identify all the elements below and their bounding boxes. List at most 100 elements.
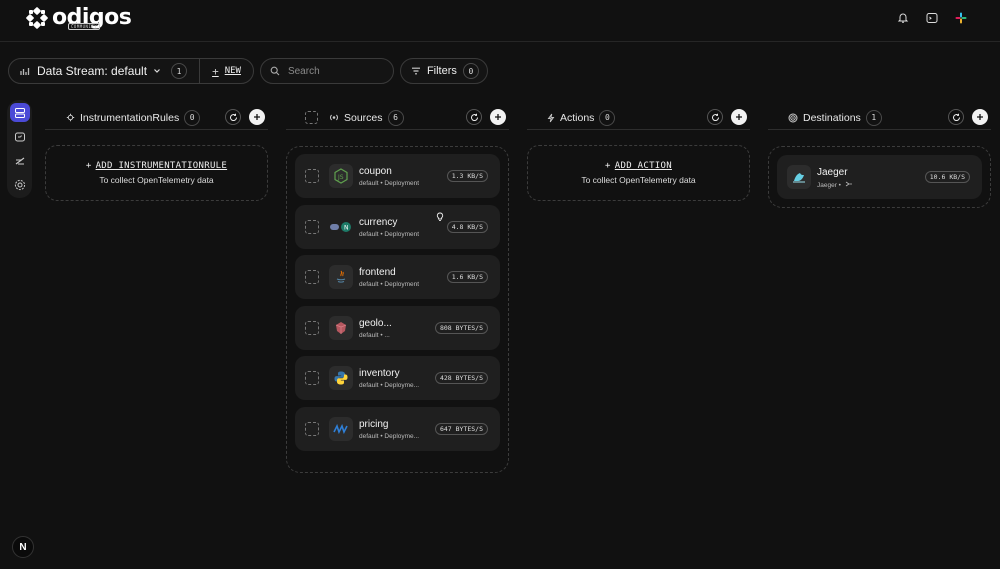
source-name: pricing (359, 419, 389, 430)
destination-meta: Jaeger • (817, 181, 853, 189)
add-button[interactable] (249, 109, 265, 125)
filters-label: Filters (426, 65, 457, 77)
plus-icon (254, 114, 260, 120)
destinations-list: Jaeger Jaeger • 10.6 KB/S (768, 146, 991, 208)
search-input[interactable] (287, 65, 378, 77)
new-button-label: NEW (224, 66, 241, 76)
source-card[interactable]: frontend default • Deployment 1.6 KB/S (295, 255, 500, 299)
add-action-link[interactable]: + ADD ACTION (605, 161, 672, 171)
refresh-button[interactable] (707, 109, 723, 125)
throughput-badge: 647 BYTES/S (434, 423, 488, 435)
source-card[interactable]: geolo... default • ... 808 BYTES/S (295, 306, 500, 350)
destinations-column: Destinations 1 Jaeger Jaeger • 10.6 KB/S (768, 106, 991, 208)
column-count: 6 (387, 109, 404, 126)
add-button[interactable] (731, 109, 747, 125)
source-card[interactable]: N currency default • Deployment 4.8 KB/S (295, 205, 500, 249)
source-name: geolo... (359, 318, 392, 329)
column-count: 1 (865, 109, 882, 126)
side-rail (7, 100, 32, 198)
throughput-badge: 1.6 KB/S (446, 271, 488, 283)
gear-icon (14, 179, 25, 190)
source-checkbox[interactable] (305, 169, 319, 183)
sources-header: Sources 6 (286, 106, 509, 130)
source-meta: default • Deployment (359, 180, 420, 187)
overview-nav-button[interactable] (9, 103, 30, 122)
source-name: frontend (359, 267, 396, 278)
add-button[interactable] (972, 109, 988, 125)
data-stream-selector: Data Stream: default 1 + NEW (8, 58, 254, 84)
plus-icon (977, 114, 983, 120)
service-map-nav-button[interactable] (10, 127, 30, 146)
settings-nav-button[interactable] (10, 175, 30, 194)
refresh-button[interactable] (948, 109, 964, 125)
column-title: Destinations (803, 111, 861, 124)
source-card[interactable]: JS coupon default • Deployment 1.3 KB/S (295, 154, 500, 198)
python-icon (329, 366, 353, 390)
actions-empty-state: + ADD ACTION To collect OpenTelemetry da… (527, 145, 750, 201)
new-data-stream-button[interactable]: + NEW (200, 59, 253, 83)
data-stream-dropdown[interactable]: Data Stream: default 1 (9, 59, 199, 83)
refresh-button[interactable] (466, 109, 482, 125)
plus-icon (495, 114, 501, 120)
brand-edition: COMMUNITY (68, 23, 101, 30)
empty-state-subtitle: To collect OpenTelemetry data (99, 175, 214, 185)
column-title: InstrumentationRules (80, 111, 180, 124)
source-checkbox[interactable] (305, 270, 319, 284)
column-title: Actions (560, 111, 595, 124)
odigos-logo-icon (26, 7, 48, 29)
refresh-button[interactable] (225, 109, 241, 125)
select-all-checkbox[interactable] (305, 111, 318, 124)
nodejs-icon: JS (329, 164, 353, 188)
source-card[interactable]: pricing default • Deployme... 647 BYTES/… (295, 407, 500, 451)
source-meta: default • Deployment (359, 281, 420, 288)
search-box (259, 58, 394, 84)
throughput-badge: 10.6 KB/S (924, 171, 970, 183)
pipeline-icon (15, 157, 24, 165)
cpp-icon: N (329, 215, 353, 239)
slack-icon[interactable] (955, 12, 967, 24)
source-meta: default • Deployme... (359, 433, 420, 440)
terminal-icon[interactable] (926, 12, 938, 24)
destination-name: Jaeger (817, 167, 848, 178)
source-checkbox[interactable] (305, 422, 319, 436)
sources-list: JS coupon default • Deployment 1.3 KB/S … (286, 146, 509, 473)
destinations-header: Destinations 1 (768, 106, 991, 130)
java-icon (329, 265, 353, 289)
source-name: inventory (359, 368, 400, 379)
add-button[interactable] (490, 109, 506, 125)
filters-button[interactable]: Filters 0 (399, 58, 488, 84)
destination-card[interactable]: Jaeger Jaeger • 10.6 KB/S (777, 155, 982, 199)
destination-type: Jaeger • (817, 182, 841, 189)
instrumentation-rules-header: InstrumentationRules 0 (45, 106, 268, 130)
refresh-icon (470, 113, 478, 121)
column-count: 0 (599, 109, 616, 126)
next-dev-badge[interactable]: N (12, 536, 34, 558)
instrumentation-rules-column: InstrumentationRules 0 + ADD INSTRUMENTA… (45, 106, 268, 201)
instrumentation-rules-empty-state: + ADD INSTRUMENTATIONRULE To collect Ope… (45, 145, 268, 201)
sources-column: Sources 6 JS coupon default • Deployment… (286, 106, 509, 473)
throughput-badge: 1.3 KB/S (446, 170, 488, 182)
source-meta: default • ... (359, 332, 390, 339)
pipeline-nav-button[interactable] (10, 151, 30, 170)
throughput-badge: 4.8 KB/S (446, 221, 488, 233)
instrumentation-rule-icon (66, 113, 75, 122)
jaeger-icon (787, 165, 811, 189)
add-action-label: ADD ACTION (614, 161, 672, 171)
filter-icon (411, 67, 420, 75)
actions-header: Actions 0 (527, 106, 750, 130)
source-meta: default • Deployment (359, 231, 420, 238)
add-instrumentation-rule-label: ADD INSTRUMENTATIONRULE (95, 161, 228, 171)
svg-text:N: N (344, 225, 349, 232)
top-bar: odigos COMMUNITY (0, 0, 1000, 42)
source-checkbox[interactable] (305, 220, 319, 234)
source-checkbox[interactable] (305, 321, 319, 335)
plus-icon: + (212, 64, 219, 78)
svg-text:JS: JS (337, 174, 344, 181)
bell-icon[interactable] (897, 12, 909, 24)
source-name: currency (359, 217, 398, 228)
traces-signal-icon (845, 181, 852, 187)
refresh-icon (229, 113, 237, 121)
add-instrumentation-rule-link[interactable]: + ADD INSTRUMENTATIONRULE (86, 161, 227, 171)
source-card[interactable]: inventory default • Deployme... 428 BYTE… (295, 356, 500, 400)
source-checkbox[interactable] (305, 371, 319, 385)
